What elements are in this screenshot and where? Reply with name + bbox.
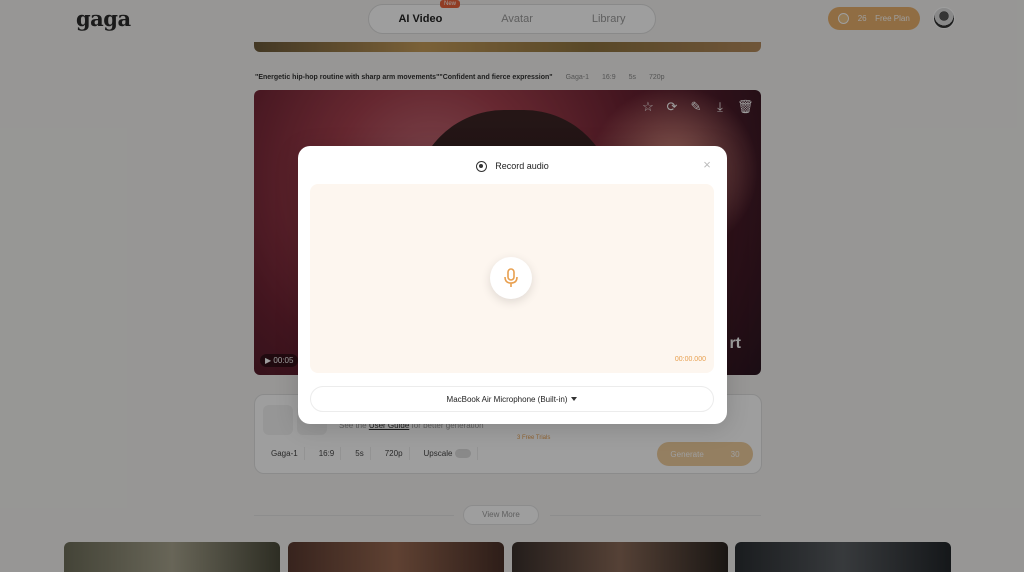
microphone-icon <box>504 268 518 287</box>
close-button[interactable]: × <box>700 158 714 172</box>
record-radio-icon <box>476 160 488 172</box>
record-button[interactable] <box>490 257 532 299</box>
microphone-select[interactable]: MacBook Air Microphone (Built-in) <box>310 386 714 412</box>
modal-header: Record audio <box>298 158 727 174</box>
record-timer: 00:00.000 <box>674 356 706 363</box>
record-audio-modal: Record audio × 00:00.000 MacBook Air Mic… <box>298 146 727 424</box>
record-area: 00:00.000 <box>310 184 714 373</box>
microphone-label: MacBook Air Microphone (Built-in) <box>446 394 568 404</box>
caret-down-icon <box>571 397 578 401</box>
modal-title: Record audio <box>495 161 549 171</box>
